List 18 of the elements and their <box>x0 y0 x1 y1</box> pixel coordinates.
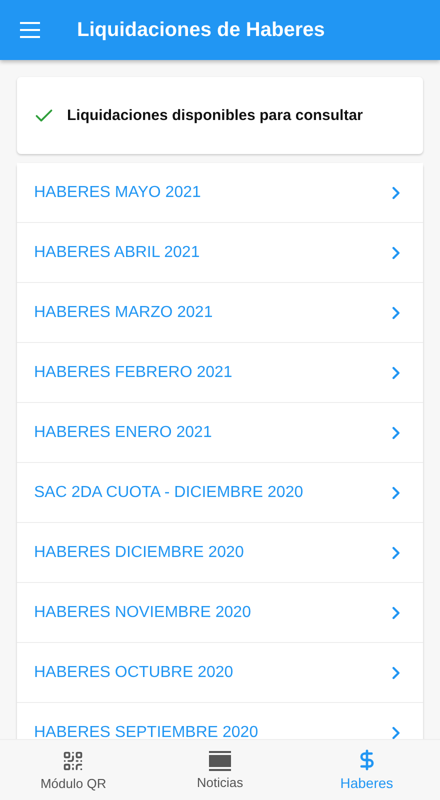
payslip-item[interactable]: HABERES MARZO 2021 <box>17 283 423 343</box>
stacked-bars-icon <box>209 750 231 770</box>
payslip-item[interactable]: HABERES MAYO 2021 <box>17 163 423 223</box>
nav-tab[interactable]: Haberes <box>293 740 440 800</box>
payslip-item[interactable]: HABERES SEPTIEMBRE 2020 <box>17 703 423 739</box>
app-title: Liquidaciones de Haberes <box>77 18 325 42</box>
nav-tab[interactable]: Módulo QR <box>0 740 147 800</box>
payslip-item[interactable]: HABERES DICIEMBRE 2020 <box>17 523 423 583</box>
menu-icon[interactable] <box>20 22 40 38</box>
qr-code-icon <box>62 750 84 772</box>
nav-tab[interactable]: Noticias <box>146 740 294 800</box>
payslip-item[interactable]: SAC 2DA CUOTA - DICIEMBRE 2020 <box>17 463 423 523</box>
payslip-item[interactable]: HABERES FEBRERO 2021 <box>17 343 423 403</box>
payslip-item[interactable]: HABERES OCTUBRE 2020 <box>17 643 423 703</box>
payslip-item[interactable]: HABERES ENERO 2021 <box>17 403 423 463</box>
notice-text: Liquidaciones disponibles para consultar <box>67 107 363 124</box>
payslip-item[interactable]: HABERES ABRIL 2021 <box>17 223 423 283</box>
payslip-item[interactable]: HABERES NOVIEMBRE 2020 <box>17 583 423 643</box>
